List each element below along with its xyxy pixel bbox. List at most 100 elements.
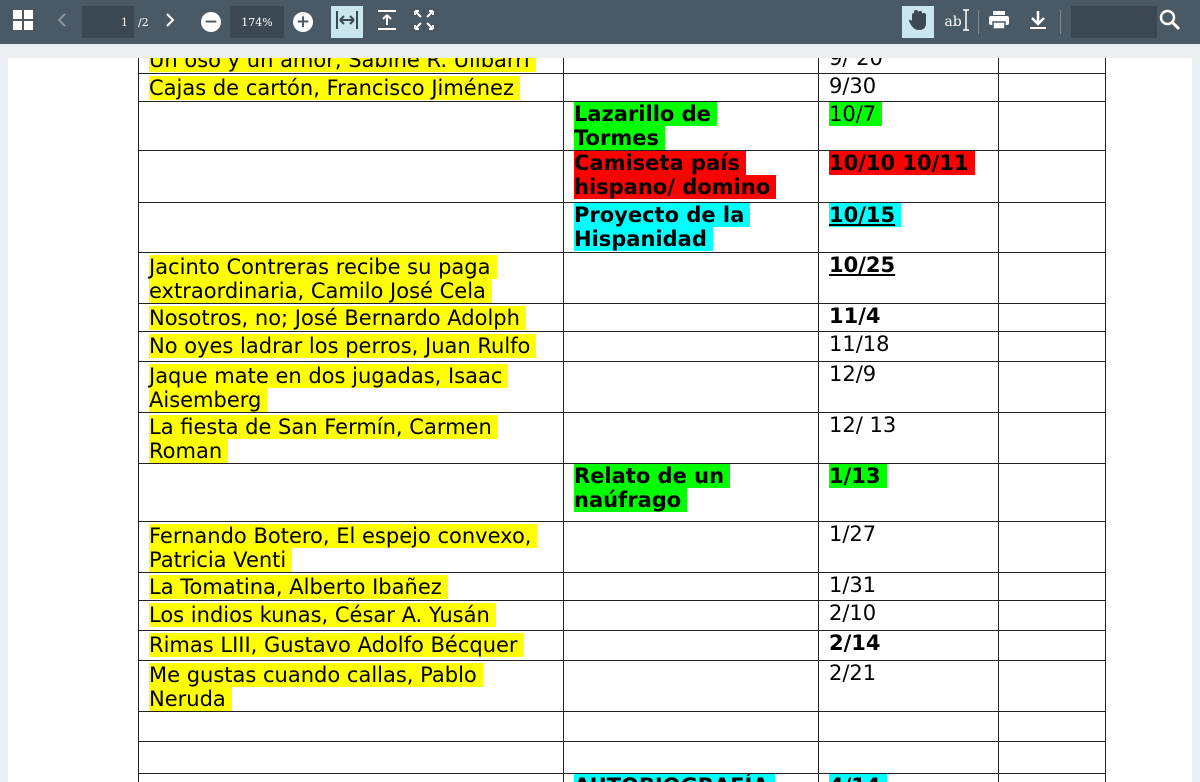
activity-cell	[563, 572, 819, 601]
reading-title-cell	[138, 741, 564, 774]
date-text: 10/10 10/11	[829, 151, 975, 175]
reading-title-text: Rimas LIII, Gustavo Adolfo Bécquer	[149, 633, 524, 657]
pdf-toolbar: 1 /2 − 174% + ab	[0, 0, 1200, 44]
activity-text: Relato de un naúfrago	[574, 464, 731, 512]
date-cell: 12/9	[818, 361, 999, 413]
notes-cell	[998, 303, 1106, 332]
table-row: No oyes ladrar los perros, Juan Rulfo 11/…	[138, 331, 1106, 362]
activity-cell	[563, 58, 819, 74]
reading-title-cell: Me gustas cuando callas, Pablo Neruda	[138, 660, 564, 712]
fit-page-button[interactable]	[374, 0, 400, 44]
reading-title-text: Los indios kunas, César A. Yusán	[149, 603, 496, 627]
activity-cell: Camiseta país hispano/ domino	[563, 150, 819, 203]
table-row: Los indios kunas, César A. Yusán 2/10	[138, 600, 1106, 631]
reading-title-cell: Nosotros, no; José Bernardo Adolph	[138, 303, 564, 332]
fit-width-icon	[335, 10, 359, 34]
zoom-in-button[interactable]: +	[290, 0, 316, 44]
zoom-level-field[interactable]: 174%	[230, 6, 284, 38]
thumbnails-button[interactable]	[8, 0, 38, 44]
reading-title-cell	[138, 101, 564, 151]
table-row: La fiesta de San Fermín, Carmen Roman 12/…	[138, 412, 1106, 464]
reading-title-cell: Jacinto Contreras recibe su paga extraor…	[138, 252, 564, 304]
date-text: 10/7	[829, 102, 883, 126]
zoom-out-button[interactable]: −	[198, 0, 224, 44]
reading-title-text: Cajas de cartón, Francisco Jiménez	[149, 76, 520, 100]
notes-cell	[998, 463, 1106, 522]
hand-tool-button[interactable]	[902, 6, 934, 38]
activity-cell	[563, 412, 819, 464]
activity-cell	[563, 331, 819, 362]
notes-cell	[998, 73, 1106, 102]
date-text: 1/27	[829, 522, 877, 546]
date-text: 11/18	[829, 332, 890, 356]
activity-cell	[563, 303, 819, 332]
date-cell: 2/21	[818, 660, 999, 712]
notes-cell	[998, 630, 1106, 661]
date-cell: 10/25	[818, 252, 999, 304]
date-text: 4/14	[829, 774, 887, 782]
reading-title-text: Fernando Botero, El espejo convexo, Patr…	[149, 524, 538, 572]
activity-cell	[563, 711, 819, 742]
fullscreen-icon	[413, 9, 435, 35]
date-text: 9/ 20	[829, 58, 883, 70]
fit-width-button[interactable]	[331, 6, 363, 38]
date-text: 2/10	[829, 601, 877, 625]
plus-circle-icon: +	[293, 12, 313, 32]
next-page-button[interactable]	[158, 0, 182, 44]
notes-cell	[998, 773, 1106, 782]
activity-text: Camiseta país hispano/ domino	[574, 151, 777, 199]
activity-cell: Relato de un naúfrago	[563, 463, 819, 522]
page-total-label: /2	[138, 15, 149, 29]
table-row: Rimas LIII, Gustavo Adolfo Bécquer 2/14	[138, 630, 1106, 661]
activity-text: Lazarillo de Tormes	[574, 102, 717, 150]
date-cell: 2/14	[818, 630, 999, 661]
activity-cell	[563, 252, 819, 304]
notes-cell	[998, 521, 1106, 573]
search-icon	[1159, 9, 1181, 35]
notes-cell	[998, 711, 1106, 742]
table-row: Proyecto de la Hispanidad 10/15	[138, 202, 1106, 253]
fullscreen-button[interactable]	[410, 0, 438, 44]
reading-title-text: La fiesta de San Fermín, Carmen Roman	[149, 415, 498, 463]
activity-cell	[563, 741, 819, 774]
text-select-button[interactable]: ab	[942, 0, 972, 44]
table-row: Un oso y un amor, Sabine R. Ulibarri 9/ 2…	[138, 58, 1106, 74]
date-cell	[818, 741, 999, 774]
date-cell: 1/27	[818, 521, 999, 573]
date-text: 11/4	[829, 304, 881, 328]
activity-cell: AUTOBIOGRAFÍA	[563, 773, 819, 782]
pdf-page: Un oso y un amor, Sabine R. Ulibarri 9/ 2…	[8, 58, 1192, 782]
date-cell: 4/14	[818, 773, 999, 782]
search-button[interactable]	[1156, 0, 1184, 44]
notes-cell	[998, 58, 1106, 74]
date-text: 12/ 13	[829, 413, 897, 437]
notes-cell	[998, 361, 1106, 413]
reading-title-text: No oyes ladrar los perros, Juan Rulfo	[149, 334, 537, 358]
notes-cell	[998, 202, 1106, 253]
reading-title-cell: Fernando Botero, El espejo convexo, Patr…	[138, 521, 564, 573]
document-viewer[interactable]: Un oso y un amor, Sabine R. Ulibarri 9/ 2…	[0, 44, 1200, 782]
table-row: Cajas de cartón, Francisco Jiménez 9/30	[138, 73, 1106, 102]
date-cell: 10/10 10/11	[818, 150, 999, 203]
search-input[interactable]	[1071, 6, 1157, 38]
notes-cell	[998, 600, 1106, 631]
table-row: Me gustas cuando callas, Pablo Neruda 2/2…	[138, 660, 1106, 712]
print-button[interactable]	[985, 0, 1013, 44]
table-row: La Tomatina, Alberto Ibañez 1/31	[138, 572, 1106, 601]
date-cell: 11/18	[818, 331, 999, 362]
date-cell: 2/10	[818, 600, 999, 631]
reading-title-text: La Tomatina, Alberto Ibañez	[149, 575, 448, 599]
page-number-input[interactable]: 1	[82, 6, 134, 38]
toolbar-separator	[978, 10, 979, 34]
activity-cell: Lazarillo de Tormes	[563, 101, 819, 151]
notes-cell	[998, 660, 1106, 712]
print-icon	[988, 10, 1010, 34]
notes-cell	[998, 150, 1106, 203]
previous-page-button[interactable]	[48, 0, 76, 44]
date-text: 2/21	[829, 661, 877, 685]
toolbar-separator	[1060, 10, 1061, 34]
reading-title-cell: La Tomatina, Alberto Ibañez	[138, 572, 564, 601]
reading-title-cell: No oyes ladrar los perros, Juan Rulfo	[138, 331, 564, 362]
date-cell	[818, 711, 999, 742]
download-button[interactable]	[1025, 0, 1051, 44]
